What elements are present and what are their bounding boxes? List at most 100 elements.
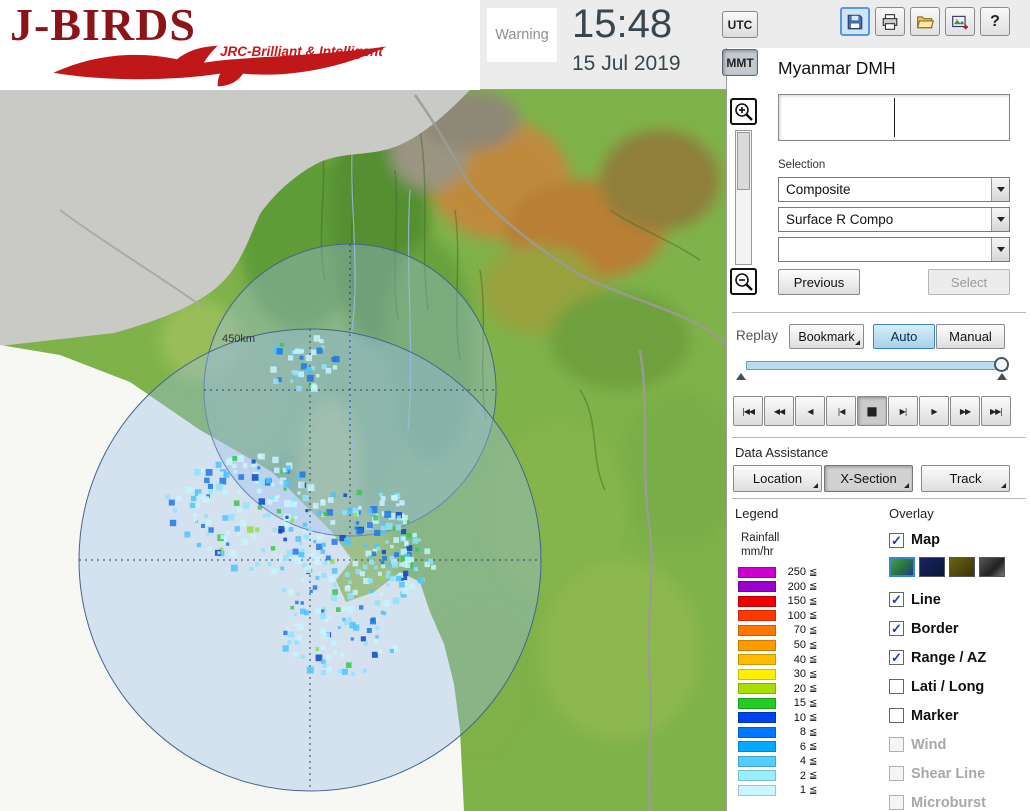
eagle-logo-icon <box>53 45 387 87</box>
image-icon-glyph <box>952 15 968 29</box>
legend-color-swatch <box>738 595 776 607</box>
legend-row: 15 ≦ <box>727 696 877 711</box>
legend-unit-line1: Rainfall <box>741 532 780 544</box>
overlay-label-wind: Wind <box>911 736 947 753</box>
legend-lte-symbol: ≦ <box>809 654 818 666</box>
composite-dropdown[interactable]: Composite <box>778 177 1010 202</box>
map-style-olive-button[interactable] <box>949 557 975 577</box>
legend-color-swatch <box>738 784 776 796</box>
fast-forward-button[interactable]: ▶▶ <box>950 396 980 426</box>
legend-color-swatch <box>738 741 776 753</box>
timezone-toggle: UTC MMT <box>722 11 758 76</box>
legend-lte-symbol: ≦ <box>809 726 818 738</box>
overlay-item-map: ✓ Map <box>889 529 1029 551</box>
checkbox-range-az[interactable]: ✓ <box>889 650 904 665</box>
separator <box>732 498 1026 499</box>
map-style-dark-blue-button[interactable] <box>919 557 945 577</box>
legend-value: 4 <box>799 755 806 768</box>
zoom-slider[interactable] <box>735 130 752 265</box>
legend-color-swatch <box>738 712 776 724</box>
checkbox-border[interactable]: ✓ <box>889 621 904 636</box>
range-distance-label: 450km <box>222 333 255 345</box>
legend-row: 6 ≦ <box>727 740 877 755</box>
zoom-in-button[interactable] <box>730 98 757 125</box>
help-icon[interactable]: ? <box>980 7 1010 36</box>
step-forward-button[interactable]: ▶| <box>888 396 918 426</box>
legend-row: 30 ≦ <box>727 667 877 682</box>
radar-map[interactable]: 450km <box>0 90 726 811</box>
mmt-button[interactable]: MMT <box>722 49 758 76</box>
track-button[interactable]: Track <box>921 465 1010 492</box>
legend-label: Legend <box>735 506 779 521</box>
legend-lte-symbol: ≦ <box>809 639 818 651</box>
checkbox-map[interactable]: ✓ <box>889 532 904 548</box>
save-icon[interactable] <box>840 7 870 36</box>
zoom-out-button[interactable] <box>730 268 757 295</box>
skip-to-start-button[interactable]: |◀◀ <box>733 396 763 426</box>
overlay-label-shear-line: Shear Line <box>911 765 986 782</box>
station-listbox[interactable] <box>778 94 1010 141</box>
auto-button[interactable]: Auto <box>873 324 935 349</box>
control-panel: Myanmar DMH Selection Composite Surface … <box>726 48 1030 811</box>
legend-lte-symbol: ≦ <box>809 770 818 782</box>
product-dropdown[interactable]: Surface R Compo <box>778 207 1010 232</box>
overlay-item-lati-long: Lati / Long <box>889 672 1029 701</box>
checkbox-marker[interactable] <box>889 708 904 723</box>
play-reverse-button[interactable]: ◀ <box>795 396 825 426</box>
step-back-button[interactable]: |◀ <box>826 396 856 426</box>
legend-value: 30 <box>793 668 806 681</box>
location-button[interactable]: Location <box>733 465 822 492</box>
overlay-item-border: ✓ Border <box>889 614 1029 643</box>
legend-value: 15 <box>793 697 806 710</box>
legend-lte-symbol: ≦ <box>809 581 818 593</box>
legend-value: 100 <box>787 609 806 622</box>
fast-rewind-button[interactable]: ◀◀ <box>764 396 794 426</box>
stop-button[interactable]: ■ <box>857 396 887 426</box>
legend-color-swatch <box>738 654 776 666</box>
checkbox-line[interactable]: ✓ <box>889 592 904 607</box>
map-style-gray-button[interactable] <box>979 557 1005 577</box>
legend-lte-symbol: ≦ <box>809 683 818 695</box>
open-folder-icon[interactable] <box>910 7 940 36</box>
select-button: Select <box>928 269 1010 295</box>
radar-map-canvas: 450km <box>0 90 726 811</box>
dropdown-arrow-icon[interactable] <box>991 238 1009 261</box>
utc-button[interactable]: UTC <box>722 11 758 38</box>
help-icon-glyph: ? <box>990 12 1000 30</box>
legend-row: 50 ≦ <box>727 638 877 653</box>
skip-to-end-button[interactable]: ▶▶| <box>981 396 1011 426</box>
legend-lte-symbol: ≦ <box>809 595 818 607</box>
manual-button[interactable]: Manual <box>936 324 1005 349</box>
previous-button[interactable]: Previous <box>778 269 860 295</box>
overlay-label-map: Map <box>911 532 940 548</box>
product-dropdown-value: Surface R Compo <box>786 212 894 227</box>
print-icon-glyph <box>882 13 898 30</box>
legend-lte-symbol: ≦ <box>809 712 818 724</box>
playback-controls: |◀◀ ◀◀ ◀ |◀ ■ ▶| ▶ ▶▶ ▶▶| <box>733 396 1011 426</box>
zoom-slider-thumb[interactable] <box>737 132 750 190</box>
zoom-in-icon <box>734 102 753 121</box>
legend-row: 8 ≦ <box>727 725 877 740</box>
warning-label: Warning <box>495 27 549 43</box>
overlay-item-microburst: Microburst <box>889 788 1029 811</box>
overlay-item-shear-line: Shear Line <box>889 759 1029 788</box>
play-button[interactable]: ▶ <box>919 396 949 426</box>
legend-value: 200 <box>787 580 806 593</box>
rainfall-legend: 250 ≦ 200 ≦ 150 ≦ 100 ≦ 70 ≦ 50 ≦ 40 ≦ 30 ≦ 20 ≦ 15 ≦ 10 ≦ 8 ≦ 6… <box>727 565 877 798</box>
replay-slider-thumb[interactable] <box>994 357 1009 372</box>
logo: J-BIRDS JRC-Brilliant & Intelligent Rada… <box>0 0 480 90</box>
data-assistance-label: Data Assistance <box>735 445 829 460</box>
parameter-dropdown[interactable] <box>778 237 1010 262</box>
x-section-button[interactable]: X-Section <box>824 465 913 492</box>
bookmark-button[interactable]: Bookmark <box>789 324 864 349</box>
export-image-icon[interactable] <box>945 7 975 36</box>
dropdown-arrow-icon[interactable] <box>991 208 1009 231</box>
legend-row: 100 ≦ <box>727 609 877 624</box>
replay-timeline-slider[interactable] <box>746 361 1008 370</box>
print-icon[interactable] <box>875 7 905 36</box>
legend-value: 6 <box>799 740 806 753</box>
legend-row: 4 ≦ <box>727 754 877 769</box>
map-style-terrain-button[interactable] <box>889 557 915 577</box>
dropdown-arrow-icon[interactable] <box>991 178 1009 201</box>
checkbox-lati-long[interactable] <box>889 679 904 694</box>
